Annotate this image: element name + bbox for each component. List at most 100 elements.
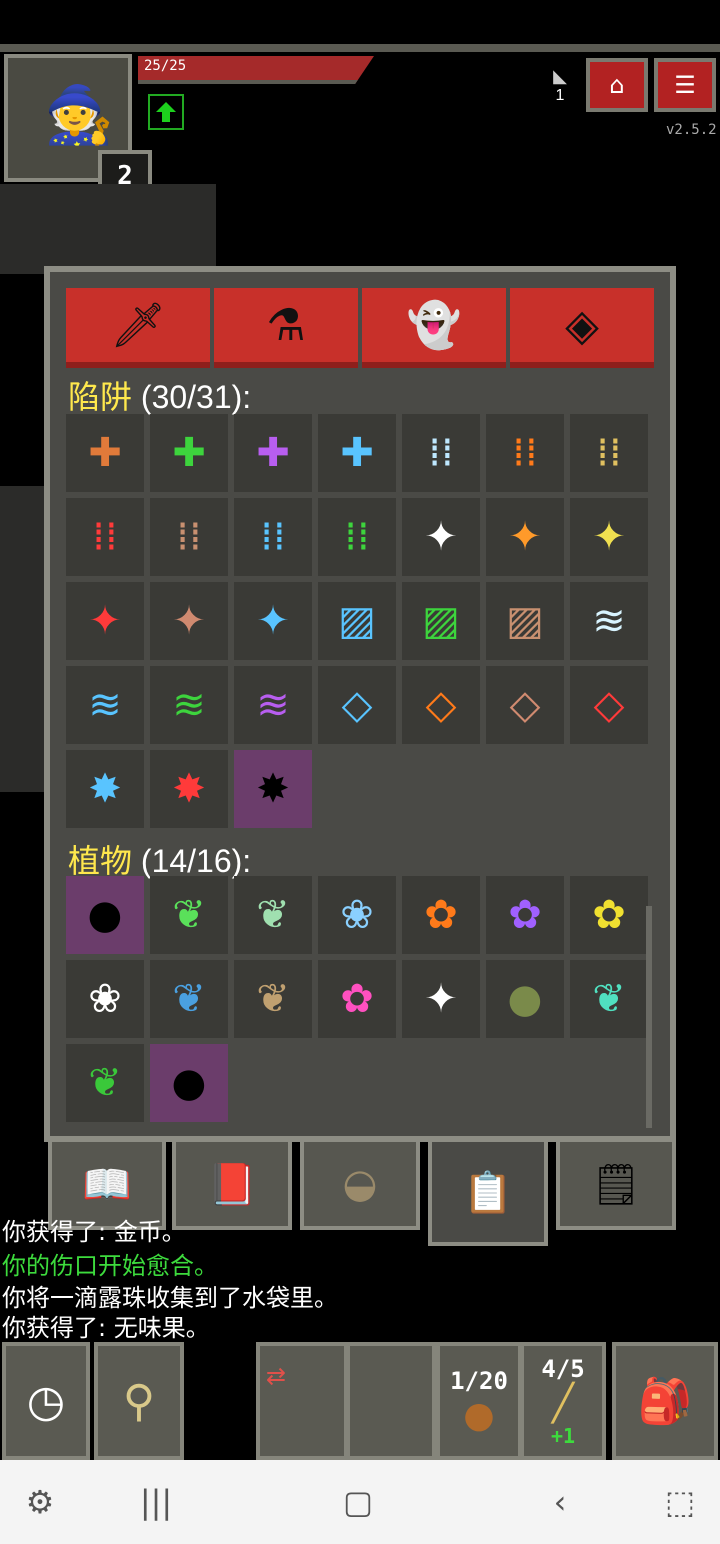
- tab-notes[interactable]: 📕: [172, 1142, 292, 1230]
- trap-entry[interactable]: ◇: [570, 666, 648, 744]
- plant-entry[interactable]: ❦: [234, 876, 312, 954]
- scroll-icon: 🗒: [590, 1161, 642, 1208]
- search-button[interactable]: ⚲: [94, 1342, 184, 1460]
- trap-entry[interactable]: ≋: [150, 666, 228, 744]
- tab-potions[interactable]: ⚗: [214, 288, 358, 368]
- wait-button[interactable]: ◷: [2, 1342, 90, 1460]
- quickslot-wand[interactable]: 4/5 ╱ +1: [520, 1342, 606, 1460]
- creature-icon: 👻: [406, 300, 462, 351]
- screen-lock-icon[interactable]: ⬚: [650, 1480, 710, 1524]
- tab-alchemy[interactable]: ◒: [300, 1142, 420, 1230]
- plants-count: (14/16):: [140, 843, 252, 879]
- trap-entry[interactable]: ◇: [402, 666, 480, 744]
- plant-entry-icon: ✿: [592, 892, 626, 938]
- dungeon-wall: [0, 486, 44, 792]
- search-icon: ⚲: [122, 1375, 156, 1427]
- trap-entry[interactable]: ✸: [150, 750, 228, 828]
- backpack-icon: 🎒: [637, 1376, 693, 1427]
- trap-entry[interactable]: ▨: [318, 582, 396, 660]
- trap-entry-icon: ✦: [172, 598, 206, 644]
- trap-entry[interactable]: ⁞⁞: [570, 414, 648, 492]
- trap-entry[interactable]: ✦: [570, 498, 648, 576]
- trap-entry[interactable]: ⁞⁞: [486, 414, 564, 492]
- back-button[interactable]: ‹: [530, 1480, 590, 1524]
- log-line: 你的伤口开始愈合。: [2, 1252, 218, 1280]
- trap-entry-icon: ≋: [256, 682, 290, 728]
- plant-entry[interactable]: ●: [150, 1044, 228, 1122]
- trap-entry[interactable]: ⁞⁞: [234, 498, 312, 576]
- trap-entry-icon: ≋: [172, 682, 206, 728]
- quickslot-empty[interactable]: [346, 1342, 436, 1460]
- plant-entry[interactable]: ❦: [570, 960, 648, 1038]
- trap-entry[interactable]: ✚: [318, 414, 396, 492]
- depth-indicator: ◣ 1: [548, 66, 572, 105]
- trap-entry[interactable]: ⁞⁞: [318, 498, 396, 576]
- trap-entry[interactable]: ✦: [486, 498, 564, 576]
- plant-entry[interactable]: ❀: [66, 960, 144, 1038]
- trap-entry[interactable]: ◇: [318, 666, 396, 744]
- bowl-icon: ◒: [342, 1161, 378, 1207]
- plant-entry[interactable]: ✿: [402, 876, 480, 954]
- trap-entry[interactable]: ⁞⁞: [150, 498, 228, 576]
- trap-entry[interactable]: ✦: [66, 582, 144, 660]
- trap-entry-icon: ✸: [172, 766, 206, 812]
- trap-entry[interactable]: ≋: [570, 582, 648, 660]
- trap-entry[interactable]: ⁞⁞: [402, 414, 480, 492]
- plant-entry[interactable]: ✿: [486, 876, 564, 954]
- trap-entry[interactable]: ✸: [66, 750, 144, 828]
- traps-heading: 陷阱 (30/31):: [68, 372, 251, 418]
- recent-apps-button[interactable]: |||: [126, 1480, 186, 1524]
- tab-lore[interactable]: 🗒: [556, 1142, 676, 1230]
- plant-entry-icon: ●: [87, 892, 123, 938]
- plant-entry[interactable]: ❀: [318, 876, 396, 954]
- trap-entry-icon: ◇: [425, 682, 457, 728]
- trap-entry-icon: ⁞⁞: [260, 514, 286, 560]
- trap-entry[interactable]: ✦: [150, 582, 228, 660]
- plant-entry[interactable]: ✿: [318, 960, 396, 1038]
- menu-button[interactable]: ☰: [654, 58, 716, 112]
- trap-entry[interactable]: ✦: [402, 498, 480, 576]
- trap-entry-icon: ◇: [341, 682, 373, 728]
- scrollbar[interactable]: [646, 906, 652, 1128]
- wand-bonus: +1: [550, 1423, 576, 1448]
- quickslot-swap[interactable]: ⇄: [256, 1342, 348, 1460]
- trap-entry[interactable]: ≋: [66, 666, 144, 744]
- trap-entry-icon: ⁞⁞: [428, 430, 454, 476]
- plant-entry[interactable]: ●: [66, 876, 144, 954]
- tab-badges[interactable]: ◈: [510, 288, 654, 368]
- trap-entry[interactable]: ▨: [402, 582, 480, 660]
- trap-entry-icon: ⁞⁞: [344, 514, 370, 560]
- trap-entry[interactable]: ✚: [234, 414, 312, 492]
- plant-entry[interactable]: ✦: [402, 960, 480, 1038]
- trap-entry[interactable]: ⁞⁞: [66, 498, 144, 576]
- backpack-button[interactable]: 🎒: [612, 1342, 718, 1460]
- plant-entry[interactable]: ❦: [150, 960, 228, 1038]
- plant-entry[interactable]: ❦: [66, 1044, 144, 1122]
- quickslot-waterskin[interactable]: 1/20 ●: [436, 1342, 522, 1460]
- trap-entry[interactable]: ▨: [486, 582, 564, 660]
- depth-number: 1: [555, 87, 565, 104]
- plant-entry[interactable]: ❦: [150, 876, 228, 954]
- trap-entry[interactable]: ✦: [234, 582, 312, 660]
- tab-items[interactable]: 🗡: [66, 288, 210, 368]
- traps-label: 陷阱: [68, 379, 133, 415]
- version-label: v2.5.2: [666, 122, 717, 138]
- plant-entry[interactable]: ❦: [234, 960, 312, 1038]
- tab-creatures[interactable]: 👻: [362, 288, 506, 368]
- trap-entry[interactable]: ≋: [234, 666, 312, 744]
- waterskin-icon: ●: [463, 1394, 495, 1436]
- home-button[interactable]: ▢: [328, 1480, 388, 1524]
- journal-button[interactable]: ⌂: [586, 58, 648, 112]
- badge-icon: ◈: [565, 299, 599, 351]
- game-launcher-icon[interactable]: ⚙: [10, 1480, 70, 1524]
- trap-entry-icon: ▨: [422, 598, 460, 644]
- trap-entry[interactable]: ◇: [486, 666, 564, 744]
- plant-entry[interactable]: ✿: [570, 876, 648, 954]
- tab-catalog[interactable]: 📋: [428, 1142, 548, 1246]
- trap-entry[interactable]: ✚: [66, 414, 144, 492]
- buff-icon[interactable]: [148, 94, 184, 130]
- trap-entry[interactable]: ✚: [150, 414, 228, 492]
- trap-entry[interactable]: ✸: [234, 750, 312, 828]
- hud-frame: [0, 44, 720, 52]
- plant-entry[interactable]: ●: [486, 960, 564, 1038]
